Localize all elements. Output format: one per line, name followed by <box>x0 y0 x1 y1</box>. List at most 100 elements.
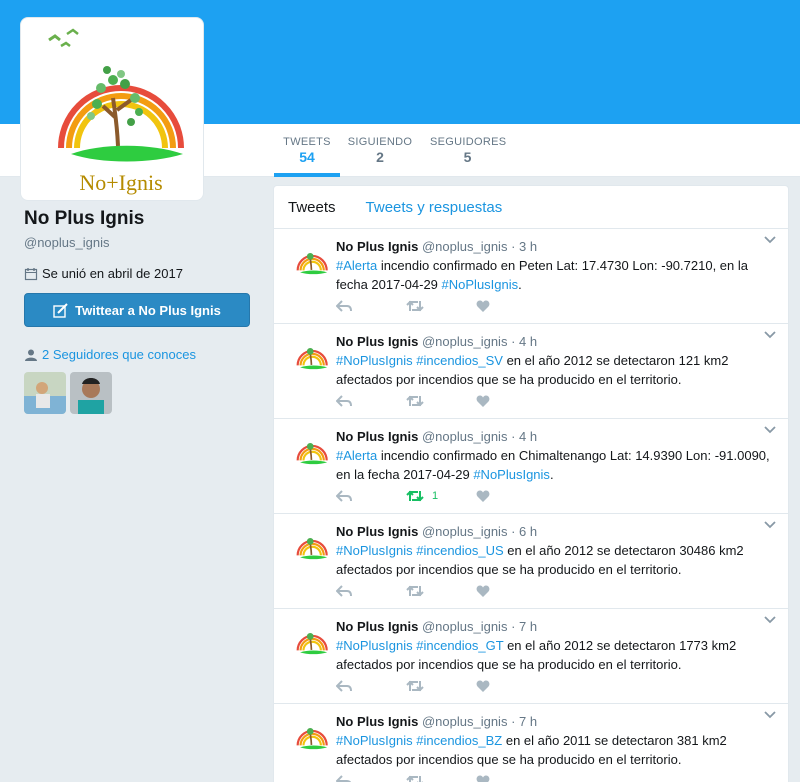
tweet-author-handle[interactable]: @noplus_ignis <box>422 429 507 444</box>
tweet-avatar[interactable] <box>288 714 336 762</box>
reply-icon <box>336 775 352 782</box>
tweet-author-handle[interactable]: @noplus_ignis <box>422 619 507 634</box>
tweet-text: #NoPlusIgnis #incendios_US en el año 201… <box>336 541 776 579</box>
tweet[interactable]: No Plus Ignis @noplus_ignis · 3 h #Alerta… <box>274 229 788 324</box>
tweet-timestamp[interactable]: 3 h <box>519 239 537 254</box>
stat-label: SIGUIENDO <box>347 136 413 148</box>
tweet-author-name[interactable]: No Plus Ignis <box>336 714 418 729</box>
profile-avatar[interactable]: No+Ignis <box>20 17 204 201</box>
hashtag-link[interactable]: #incendios_GT <box>416 638 503 653</box>
stat-value: 54 <box>299 149 315 165</box>
tweet-timestamp[interactable]: 6 h <box>519 524 537 539</box>
hashtag-link[interactable]: #incendios_BZ <box>416 733 502 748</box>
retweet-button[interactable] <box>406 774 476 782</box>
tweet-header: No Plus Ignis @noplus_ignis · 7 h <box>336 714 776 729</box>
hashtag-link[interactable]: #Alerta <box>336 448 377 463</box>
tab-tweets-and-replies[interactable]: Tweets y respuestas <box>366 199 503 216</box>
chevron-down-icon[interactable] <box>764 520 776 532</box>
tweet-timestamp[interactable]: 4 h <box>519 429 537 444</box>
hashtag-link[interactable]: #NoPlusIgnis <box>336 733 413 748</box>
tweet[interactable]: No Plus Ignis @noplus_ignis · 6 h #NoPlus… <box>274 514 788 609</box>
retweet-icon <box>406 680 424 692</box>
heart-icon <box>476 585 490 597</box>
retweet-button[interactable] <box>406 394 476 408</box>
tweet-timestamp[interactable]: 7 h <box>519 714 537 729</box>
hashtag-link[interactable]: #Alerta <box>336 258 377 273</box>
tweet[interactable]: No Plus Ignis @noplus_ignis · 7 h #NoPlus… <box>274 704 788 782</box>
join-date-text: Se unió en abril de 2017 <box>42 266 183 281</box>
tweet[interactable]: No Plus Ignis @noplus_ignis · 7 h #NoPlus… <box>274 609 788 704</box>
bird-icon <box>48 34 61 42</box>
tweet-to-button[interactable]: Twittear a No Plus Ignis <box>24 293 250 327</box>
tab-tweets[interactable]: Tweets <box>288 199 336 216</box>
reply-button[interactable] <box>336 489 406 503</box>
no-ignis-logo: No+Ignis <box>48 28 184 195</box>
tweet-author-handle[interactable]: @noplus_ignis <box>422 714 507 729</box>
stat-followers[interactable]: SEGUIDORES 5 <box>430 124 506 177</box>
reply-button[interactable] <box>336 774 406 782</box>
reply-button[interactable] <box>336 584 406 598</box>
hashtag-link[interactable]: #NoPlusIgnis <box>336 638 413 653</box>
retweet-button[interactable] <box>406 679 476 693</box>
tweet-timestamp[interactable]: 7 h <box>519 619 537 634</box>
reply-button[interactable] <box>336 299 406 313</box>
tweet-author-handle[interactable]: @noplus_ignis <box>422 239 507 254</box>
tweet-author-name[interactable]: No Plus Ignis <box>336 429 418 444</box>
stat-tweets[interactable]: TWEETS 54 <box>274 124 340 177</box>
profile-sidebar: No Plus Ignis @noplus_ignis Se unió en a… <box>24 208 254 414</box>
tweet-header: No Plus Ignis @noplus_ignis · 6 h <box>336 524 776 539</box>
like-button[interactable] <box>476 490 546 503</box>
hashtag-link[interactable]: #NoPlusIgnis <box>336 353 413 368</box>
like-button[interactable] <box>476 395 546 408</box>
tweet-author-name[interactable]: No Plus Ignis <box>336 239 418 254</box>
tweet-author-handle[interactable]: @noplus_ignis <box>422 524 507 539</box>
hashtag-link[interactable]: #NoPlusIgnis <box>473 467 550 482</box>
tweet-avatar[interactable] <box>288 334 336 382</box>
timeline-tabs: Tweets Tweets y respuestas <box>274 186 788 229</box>
calendar-icon <box>24 267 38 280</box>
tweet-actions <box>336 299 546 313</box>
like-button[interactable] <box>476 680 546 693</box>
tweet-avatar[interactable] <box>288 239 336 287</box>
chevron-down-icon[interactable] <box>764 425 776 437</box>
tweet-author-name[interactable]: No Plus Ignis <box>336 619 418 634</box>
chevron-down-icon[interactable] <box>764 330 776 342</box>
like-button[interactable] <box>476 775 546 782</box>
hashtag-link[interactable]: #NoPlusIgnis <box>336 543 413 558</box>
tweet-author-name[interactable]: No Plus Ignis <box>336 334 418 349</box>
like-button[interactable] <box>476 585 546 598</box>
tweet-avatar[interactable] <box>288 619 336 667</box>
heart-icon <box>476 680 490 692</box>
profile-name[interactable]: No Plus Ignis <box>24 208 254 230</box>
hashtag-link[interactable]: #incendios_SV <box>416 353 503 368</box>
hashtag-link[interactable]: #NoPlusIgnis <box>442 277 519 292</box>
followers-you-know-link[interactable]: 2 Seguidores que conoces <box>24 347 254 362</box>
profile-handle[interactable]: @noplus_ignis <box>24 235 254 250</box>
tweet-text-segment: . <box>549 467 554 482</box>
tweet-body: No Plus Ignis @noplus_ignis · 4 h #Alerta… <box>336 429 776 484</box>
like-button[interactable] <box>476 300 546 313</box>
chevron-down-icon[interactable] <box>764 615 776 627</box>
tweet-author-handle[interactable]: @noplus_ignis <box>422 334 507 349</box>
tweet-avatar[interactable] <box>288 429 336 477</box>
quill-icon <box>53 303 68 318</box>
tweet-author-name[interactable]: No Plus Ignis <box>336 524 418 539</box>
tweet-text: #Alerta incendio confirmado en Chimalten… <box>336 446 776 484</box>
followers-you-know-avatars <box>24 372 254 414</box>
tweet-body: No Plus Ignis @noplus_ignis · 6 h #NoPlus… <box>336 524 776 579</box>
follower-avatar[interactable] <box>70 372 112 414</box>
retweet-button[interactable]: 1 <box>406 489 476 503</box>
tweet-avatar[interactable] <box>288 524 336 572</box>
retweet-button[interactable] <box>406 584 476 598</box>
hashtag-link[interactable]: #incendios_US <box>416 543 503 558</box>
tweet[interactable]: No Plus Ignis @noplus_ignis · 4 h #Alerta… <box>274 419 788 514</box>
reply-button[interactable] <box>336 679 406 693</box>
chevron-down-icon[interactable] <box>764 710 776 722</box>
follower-avatar[interactable] <box>24 372 66 414</box>
stat-following[interactable]: SIGUIENDO 2 <box>346 124 414 177</box>
tweet-timestamp[interactable]: 4 h <box>519 334 537 349</box>
retweet-button[interactable] <box>406 299 476 313</box>
tweet[interactable]: No Plus Ignis @noplus_ignis · 4 h #NoPlus… <box>274 324 788 419</box>
reply-button[interactable] <box>336 394 406 408</box>
chevron-down-icon[interactable] <box>764 235 776 247</box>
